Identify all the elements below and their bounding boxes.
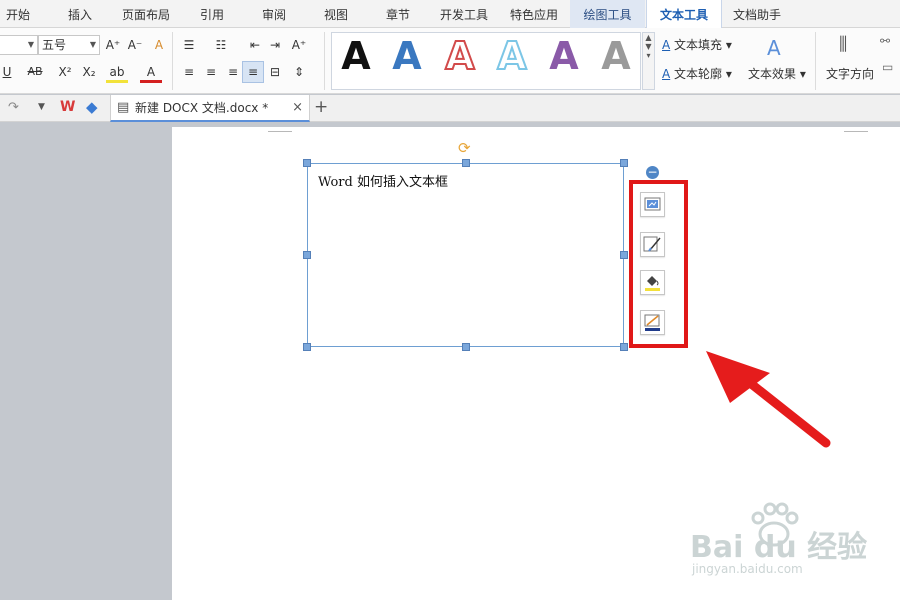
resize-handle[interactable] — [620, 343, 628, 351]
cube-icon[interactable]: ◆ — [86, 98, 98, 116]
resize-handle[interactable] — [303, 343, 311, 351]
menu-bar: 开始 插入 页面布局 引用 审阅 视图 章节 开发工具 特色应用 绘图工具 文本… — [0, 0, 900, 29]
close-icon[interactable]: × — [292, 95, 303, 121]
watermark-url: jingyan.baidu.com — [692, 562, 803, 576]
divider — [815, 32, 816, 90]
resize-handle[interactable] — [462, 343, 470, 351]
wps-logo-icon[interactable]: W — [60, 99, 75, 115]
layout-options-button[interactable] — [640, 192, 665, 217]
document-tab-strip: ↷ ▼ W ◆ ▤ 新建 DOCX 文档.docx * × + — [0, 95, 900, 122]
link-icon[interactable]: ⚯ — [880, 34, 890, 48]
wordart-style-2[interactable]: A — [385, 34, 429, 78]
tab-section[interactable]: 章节 — [374, 0, 422, 28]
chevron-down-icon[interactable]: ▼ — [38, 102, 45, 112]
redo-icon[interactable]: ↷ — [8, 100, 19, 115]
font-size-value: 五号 — [42, 38, 67, 52]
tab-page-layout[interactable]: 页面布局 — [114, 0, 178, 28]
superscript-button[interactable]: X² — [54, 61, 76, 83]
align-center-icon[interactable]: ≡ — [200, 61, 222, 83]
highlight-button[interactable]: ab — [106, 61, 128, 83]
line-spacing-icon[interactable]: ⇕ — [288, 61, 310, 83]
text-direction-icon: ⫼ — [839, 34, 848, 55]
text-effect-button[interactable]: 文本效果 ▾ — [748, 65, 806, 82]
text-case-icon[interactable]: A⁺ — [288, 34, 310, 56]
red-arrow-icon — [706, 351, 831, 448]
shrink-font-button[interactable]: A⁻ — [124, 34, 146, 56]
bullet-list-icon[interactable]: ☰ — [178, 34, 200, 56]
distribute-icon[interactable]: ⊟ — [264, 61, 286, 83]
layout-options-icon — [644, 197, 661, 211]
clear-format-button[interactable]: A — [148, 34, 170, 56]
text-box-content[interactable]: Word 如何插入文本框 — [318, 171, 448, 190]
tab-insert[interactable]: 插入 — [56, 0, 104, 28]
font-color-button[interactable]: A — [140, 61, 162, 83]
outline-color-button[interactable] — [640, 310, 665, 335]
font-size-select[interactable]: 五号 ▼ — [38, 35, 100, 55]
align-right-icon[interactable]: ≡ — [222, 61, 244, 83]
wordart-style-1[interactable]: A — [334, 34, 378, 78]
resize-handle[interactable] — [462, 159, 470, 167]
tab-text-tools[interactable]: 文本工具 — [646, 0, 722, 29]
rotate-handle-icon[interactable]: ⟳ — [458, 139, 471, 157]
shape-style-icon — [643, 236, 661, 252]
resize-handle[interactable] — [303, 159, 311, 167]
tab-review[interactable]: 审阅 — [250, 0, 298, 28]
textbox-link-icon[interactable]: ▭ — [882, 60, 893, 74]
text-outline-icon: A — [662, 67, 671, 81]
outline-pen-icon — [644, 314, 660, 331]
tab-view[interactable]: 视图 — [312, 0, 360, 28]
tab-developer[interactable]: 开发工具 — [434, 0, 494, 28]
grow-font-button[interactable]: A⁺ — [102, 34, 124, 56]
wordart-style-5[interactable]: A — [542, 34, 586, 78]
decrease-indent-icon[interactable]: ⇤ — [244, 34, 266, 56]
text-effect-icon: A — [767, 36, 781, 60]
chevron-down-icon: ▼ — [89, 40, 96, 49]
document-tab-title: 新建 DOCX 文档.docx * — [135, 101, 269, 115]
new-tab-icon[interactable]: + — [314, 97, 328, 117]
resize-handle[interactable] — [620, 251, 628, 259]
numbered-list-icon[interactable]: ☷ — [210, 34, 232, 56]
text-outline-button[interactable]: A 文本轮廓 ▾ — [662, 65, 732, 82]
tab-start[interactable]: 开始 — [0, 0, 36, 28]
align-left-icon[interactable]: ≡ — [178, 61, 200, 83]
divider — [324, 32, 325, 90]
resize-handle[interactable] — [303, 251, 311, 259]
text-direction-button[interactable]: 文字方向 — [826, 65, 874, 82]
watermark-brand: Bai du 经验 — [690, 530, 868, 565]
tab-drawing-tools[interactable]: 绘图工具 — [570, 0, 645, 28]
font-name-select[interactable]: ▼ — [0, 35, 38, 55]
wordart-style-3[interactable]: A — [438, 33, 482, 79]
tab-special[interactable]: 特色应用 — [504, 0, 564, 28]
wordart-style-4[interactable]: A — [490, 33, 534, 79]
ribbon: ▼ 五号 ▼ A⁺ A⁻ A ☰ ☷ ⇤ ⇥ A⁺ U AB X² X₂ ab A… — [0, 28, 900, 94]
strikethrough-button[interactable]: AB — [24, 61, 46, 83]
fill-color-button[interactable] — [640, 270, 665, 295]
text-fill-icon: A — [662, 38, 671, 52]
underline-button[interactable]: U — [0, 61, 18, 83]
margin-corner — [844, 131, 868, 132]
resize-handle[interactable] — [620, 159, 628, 167]
gallery-scroll-icon[interactable]: ▲ ▼ ▾ — [642, 32, 655, 90]
document-icon: ▤ — [117, 100, 130, 115]
wordart-style-6[interactable]: A — [594, 34, 638, 78]
subscript-button[interactable]: X₂ — [78, 61, 100, 83]
text-box[interactable]: Word 如何插入文本框 — [307, 163, 624, 347]
chevron-down-icon: ▼ — [27, 40, 34, 49]
shape-style-button[interactable] — [640, 232, 665, 257]
justify-icon[interactable]: ≡ — [242, 61, 264, 83]
margin-corner — [268, 131, 292, 132]
collapse-icon[interactable]: − — [646, 166, 659, 179]
baidu-watermark: Bai du 经验 jingyan.baidu.com — [690, 500, 867, 590]
tab-doc-assistant[interactable]: 文档助手 — [726, 0, 788, 28]
divider — [172, 32, 173, 90]
text-fill-button[interactable]: A 文本填充 ▾ — [662, 36, 732, 53]
tab-references[interactable]: 引用 — [188, 0, 236, 28]
increase-indent-icon[interactable]: ⇥ — [264, 34, 286, 56]
document-tab[interactable]: ▤ 新建 DOCX 文档.docx * × — [110, 95, 310, 122]
paint-bucket-icon — [645, 276, 660, 291]
